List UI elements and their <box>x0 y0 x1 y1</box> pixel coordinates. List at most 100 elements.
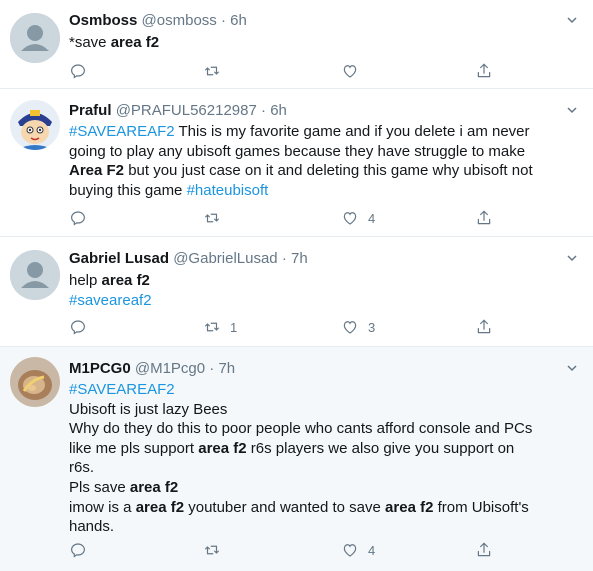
chevron-down-icon[interactable] <box>565 251 579 265</box>
reply-button[interactable] <box>69 541 87 559</box>
timestamp[interactable]: 7h <box>218 360 235 377</box>
separator-dot: · <box>261 102 267 119</box>
display-name[interactable]: Osmboss <box>69 12 137 29</box>
tweet-text-line: #saveareaf2 <box>69 291 579 311</box>
text-segment: youtuber and wanted to save <box>184 498 386 516</box>
tweet-text-line: hands. <box>69 517 579 537</box>
like-button[interactable]: 4 <box>341 541 375 559</box>
share-icon <box>477 63 491 78</box>
reply-icon <box>71 543 85 558</box>
user-handle[interactable]: @PRAFUL56212987 <box>116 102 257 119</box>
share-icon <box>477 542 491 557</box>
default-avatar-icon <box>10 250 60 300</box>
like-count: 3 <box>368 319 376 335</box>
retweet-button[interactable] <box>203 209 221 227</box>
text-segment: *save <box>69 34 111 51</box>
timestamp[interactable]: 7h <box>291 250 308 267</box>
tweet[interactable]: M1PCG0 @M1Pcg0 · 7h #SAVEAREAF2 Ubisoft i… <box>0 347 593 571</box>
tweet-text-line: Ubisoft is just lazy Bees <box>69 400 579 420</box>
tweet-text: #SAVEAREAF2 This is my favorite game and… <box>69 122 579 200</box>
reply-button[interactable] <box>69 62 87 80</box>
avatar[interactable] <box>10 13 60 63</box>
reply-icon <box>71 211 85 226</box>
text-segment: Why do they do this to poor people who c… <box>69 420 533 438</box>
text-segment: Ubisoft is just lazy Bees <box>69 400 228 418</box>
hashtag-link[interactable]: #saveareaf2 <box>69 292 152 309</box>
cartoon-avatar-icon <box>10 100 60 150</box>
reply-icon <box>71 320 85 335</box>
tweet[interactable]: Gabriel Lusad @GabrielLusad · 7h help ar… <box>0 237 593 347</box>
retweet-button[interactable] <box>203 541 221 559</box>
separator-dot: · <box>281 250 287 267</box>
heart-icon <box>343 321 357 334</box>
tweet-text: *save area f2 <box>69 33 579 53</box>
user-handle[interactable]: @M1Pcg0 <box>135 360 205 377</box>
share-button[interactable] <box>475 62 493 80</box>
chevron-down-icon[interactable] <box>565 13 579 27</box>
separator-dot: · <box>220 12 226 29</box>
tweet-text-line: #SAVEAREAF2 This is my favorite game and… <box>69 122 579 142</box>
chevron-down-icon[interactable] <box>565 361 579 375</box>
highlighted-term: area f2 <box>198 439 247 457</box>
tweet-header: M1PCG0 @M1Pcg0 · 7h <box>69 359 579 379</box>
tweet-text-line: going to play any ubisoft games because … <box>69 142 579 162</box>
timestamp[interactable]: 6h <box>230 12 247 29</box>
text-segment: buying this game <box>69 181 187 199</box>
text-segment: imow is a <box>69 498 136 516</box>
tweet-text: #SAVEAREAF2 Ubisoft is just lazy Bees Why … <box>69 380 579 537</box>
avatar[interactable] <box>10 357 60 407</box>
highlighted-term: area f2 <box>129 478 179 496</box>
text-segment: hands. <box>69 518 115 536</box>
reply-button[interactable] <box>69 209 87 227</box>
hashtag-link[interactable]: #SAVEAREAF2 <box>69 123 175 140</box>
default-avatar-icon <box>10 13 60 63</box>
hashtag-link[interactable]: #SAVEAREAF2 <box>69 381 175 398</box>
tweet-text-line: *save area f2 <box>69 33 579 53</box>
text-segment: This is my favorite game and if you dele… <box>174 123 530 140</box>
tweet-text-line: help area f2 <box>69 271 579 291</box>
text-segment: r6s players we also give you support on <box>246 439 515 457</box>
tweet[interactable]: Praful @PRAFUL56212987 · 6h #SAVEAREAF2 … <box>0 89 593 237</box>
share-icon <box>477 210 491 225</box>
photo-avatar-icon <box>10 357 60 407</box>
highlighted-term: area f2 <box>110 34 160 51</box>
retweet-icon <box>205 322 219 332</box>
retweet-button[interactable]: 1 <box>203 318 237 336</box>
tweet-text-line: imow is a area f2 youtuber and wanted to… <box>69 498 579 518</box>
text-segment: going to play any ubisoft games because … <box>69 142 526 160</box>
tweet-text-line: r6s. <box>69 458 579 478</box>
share-button[interactable] <box>475 209 493 227</box>
tweet[interactable]: Osmboss @osmboss · 6h *save area f2 <box>0 0 593 89</box>
text-segment: help <box>69 272 102 289</box>
reply-icon <box>71 64 85 79</box>
like-button[interactable]: 4 <box>341 209 375 227</box>
like-button[interactable]: 3 <box>341 318 375 336</box>
display-name[interactable]: M1PCG0 <box>69 360 131 377</box>
user-handle[interactable]: @osmboss <box>142 12 217 29</box>
tweet-text-line: Why do they do this to poor people who c… <box>69 419 579 439</box>
timestamp[interactable]: 6h <box>270 102 287 119</box>
user-handle[interactable]: @GabrielLusad <box>173 250 277 267</box>
tweet-text-line: Area F2 but you just case on it and dele… <box>69 161 579 181</box>
tweet-text-line: #SAVEAREAF2 <box>69 380 579 400</box>
display-name[interactable]: Gabriel Lusad <box>69 250 169 267</box>
chevron-down-icon[interactable] <box>565 103 579 117</box>
avatar[interactable] <box>10 100 60 150</box>
share-icon <box>477 319 491 334</box>
retweet-button[interactable] <box>203 62 221 80</box>
avatar[interactable] <box>10 250 60 300</box>
tweet-header: Gabriel Lusad @GabrielLusad · 7h <box>69 249 579 269</box>
reply-button[interactable] <box>69 318 87 336</box>
like-button[interactable] <box>341 62 359 80</box>
like-count: 4 <box>368 542 376 558</box>
tweet-text-line: like me pls support area f2 r6s players … <box>69 439 579 459</box>
highlighted-term: area f2 <box>101 272 150 289</box>
heart-icon <box>343 65 357 78</box>
hashtag-link[interactable]: #hateubisoft <box>187 182 269 199</box>
share-button[interactable] <box>475 541 493 559</box>
retweet-icon <box>205 545 219 555</box>
display-name[interactable]: Praful <box>69 102 112 119</box>
text-segment: from Ubisoft's <box>433 498 529 516</box>
share-button[interactable] <box>475 318 493 336</box>
highlighted-term: area f2 <box>135 498 185 516</box>
